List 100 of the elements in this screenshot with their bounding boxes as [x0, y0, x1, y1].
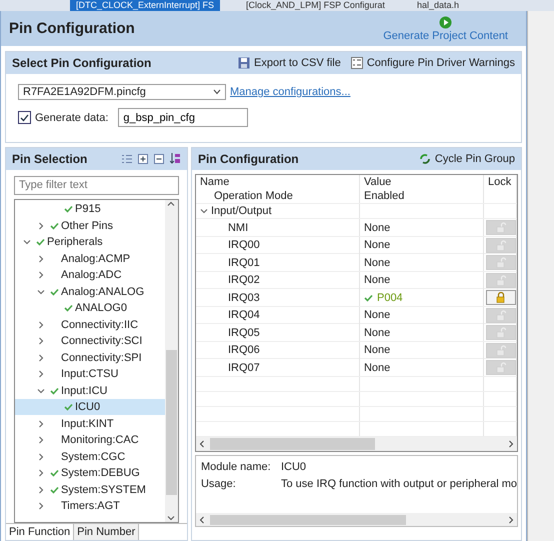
filter-field[interactable]: Type filter text — [14, 176, 179, 195]
lock-button[interactable] — [486, 290, 516, 306]
tree-item-label: System:CGC — [61, 450, 126, 463]
list-icon[interactable] — [122, 154, 132, 164]
open-padlock-icon — [496, 222, 506, 234]
name-text: IRQ07 — [228, 362, 260, 374]
tree-item[interactable]: Connectivity:SPI — [15, 349, 165, 366]
scroll-right-icon[interactable] — [508, 516, 514, 524]
tree-item[interactable]: Analog:ACMP — [15, 250, 165, 267]
play-icon[interactable] — [439, 16, 452, 28]
horizontal-scrollbar[interactable] — [196, 437, 517, 451]
tree-item-label: Input:ICU — [61, 384, 108, 397]
value-text: Enabled — [364, 190, 404, 202]
tree-item-label: Connectivity:SPI — [61, 352, 142, 364]
tree-item-label: Connectivity:SCI — [61, 335, 142, 348]
scroll-down-icon[interactable] — [167, 514, 176, 522]
page-title: Pin Configuration — [9, 20, 135, 37]
tree-item[interactable]: System:CGC — [15, 448, 165, 465]
expand-all-icon[interactable] — [138, 154, 148, 164]
name-text: IRQ02 — [228, 274, 260, 286]
open-padlock-icon — [496, 240, 506, 251]
view-tab[interactable]: Pin Number — [74, 524, 140, 540]
toolbar-action[interactable]: Export to CSV file — [254, 57, 341, 69]
chevron-down-icon[interactable] — [37, 288, 45, 296]
cycle-icon[interactable] — [418, 153, 431, 165]
name-text: IRQ05 — [228, 326, 260, 339]
manage-link[interactable]: Manage configurations... — [230, 86, 350, 98]
tree-item[interactable]: System:DEBUG — [15, 464, 165, 482]
editor-tab[interactable]: [DTC_CLOCK_ExternInterrupt] FS — [70, 0, 220, 11]
value-text: None — [364, 256, 390, 269]
tree-item-label: System:SYSTEM — [61, 484, 146, 496]
scroll-left-icon[interactable] — [198, 516, 205, 524]
chevron-down-icon[interactable] — [200, 207, 208, 216]
value-text: None — [364, 326, 390, 339]
tree-item-label: Connectivity:IIC — [61, 318, 138, 331]
tree-item[interactable]: Other Pins — [15, 217, 165, 234]
column-header: Lock — [488, 176, 512, 188]
tree-item-label: ICU0 — [75, 401, 100, 414]
scroll-right-icon[interactable] — [508, 440, 514, 448]
pane-title: Pin Selection — [12, 152, 88, 166]
chevron-down-icon[interactable] — [37, 386, 45, 395]
tree-item[interactable]: ICU0 — [15, 398, 165, 416]
editor-tab[interactable]: [Clock_AND_LPM] FSP Configurat — [240, 0, 391, 11]
value-text: None — [364, 362, 390, 374]
vertical-scrollbar[interactable] — [164, 200, 178, 522]
name-text: Operation Mode — [214, 190, 293, 202]
scroll-up-icon[interactable] — [167, 200, 176, 208]
tree-item[interactable]: System:SYSTEM — [15, 481, 165, 498]
tree-item-label: Peripherals — [47, 236, 103, 248]
name-text: Input/Output — [210, 205, 272, 218]
info-value: ICU0 — [280, 461, 308, 473]
collapse-all-icon[interactable] — [154, 154, 164, 164]
chevron-right-icon[interactable] — [37, 222, 45, 230]
tree-item[interactable]: Timers:AGT — [15, 498, 165, 514]
tree-item[interactable]: Peripherals — [15, 234, 165, 250]
name-text: IRQ04 — [228, 309, 260, 322]
tree-item-label: Analog:ANALOG — [61, 286, 144, 298]
tree-item[interactable]: Analog:ANALOG — [15, 283, 165, 300]
name-text: IRQ01 — [228, 256, 260, 269]
generate-label: Generate data: — [35, 112, 108, 124]
save-icon[interactable] — [238, 57, 250, 69]
tree-item[interactable]: Input:KINT — [15, 415, 165, 432]
tree-item[interactable]: Input:CTSU — [15, 366, 165, 382]
data-name-field[interactable]: g_bsp_pin_cfg — [118, 108, 248, 127]
sort-icon[interactable] — [170, 153, 181, 164]
check-icon — [364, 294, 373, 302]
open-padlock-icon — [496, 344, 506, 356]
toolbar-action[interactable]: Cycle Pin Group — [434, 153, 515, 165]
tree-item[interactable]: ANALOG0 — [15, 300, 165, 316]
config-dropdown[interactable]: R7FA2E1A92DFM.pincfg — [18, 84, 226, 100]
editor-tab[interactable]: hal_data.h — [410, 0, 465, 11]
info-label: Module name: — [200, 461, 272, 473]
checklist-icon[interactable] — [350, 57, 363, 69]
open-padlock-icon — [496, 257, 506, 268]
tree-item[interactable]: Input:ICU — [15, 382, 165, 399]
value-text: None — [364, 239, 390, 252]
tree-item[interactable]: Monitoring:CAC — [15, 432, 165, 448]
chevron-down-icon[interactable] — [23, 238, 31, 246]
open-padlock-icon — [496, 310, 506, 321]
tree-item[interactable]: Connectivity:IIC — [15, 316, 165, 333]
tree-item[interactable]: P915 — [15, 200, 165, 218]
value-text: None — [364, 222, 390, 234]
tree-item-label: Monitoring:CAC — [61, 434, 139, 446]
toolbar-action[interactable]: Configure Pin Driver Warnings — [366, 57, 515, 69]
tree-item[interactable]: Analog:ADC — [15, 266, 165, 284]
open-padlock-icon — [496, 274, 506, 286]
tree-item-label: Analog:ADC — [61, 269, 122, 282]
horizontal-scrollbar[interactable] — [196, 513, 517, 526]
tree-item-label: Input:KINT — [61, 418, 114, 430]
name-text: IRQ03 — [228, 292, 260, 304]
section-title: Select Pin Configuration — [12, 56, 152, 70]
pane-title: Pin Configuration — [198, 152, 299, 166]
name-text: IRQ00 — [228, 239, 260, 252]
generate-checkbox[interactable] — [18, 111, 31, 124]
info-value: To use IRQ function with output or peripheral mo — [280, 478, 517, 490]
tree-item[interactable]: Connectivity:SCI — [15, 332, 165, 350]
tree-item-label: P915 — [75, 203, 101, 216]
open-padlock-icon — [496, 327, 506, 338]
name-text: NMI — [228, 222, 248, 234]
scroll-left-icon[interactable] — [198, 440, 205, 448]
